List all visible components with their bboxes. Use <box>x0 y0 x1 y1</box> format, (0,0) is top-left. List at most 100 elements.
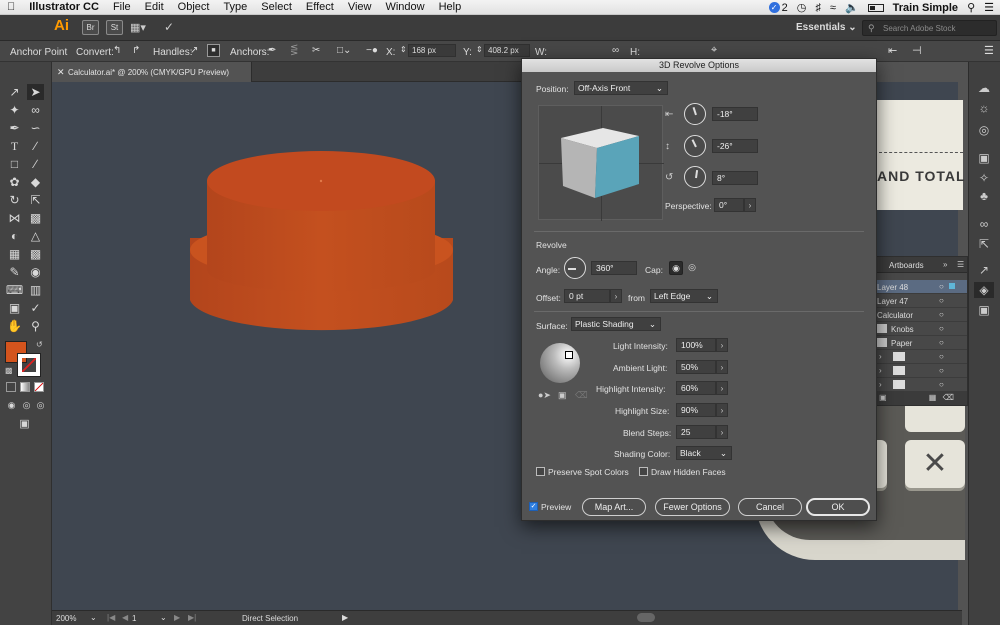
notification-badge-icon[interactable]: ✓ 2 <box>768 2 788 14</box>
zoom-level[interactable]: 200% <box>56 614 76 623</box>
shading-color-dropdown[interactable]: Black ⌄ <box>676 446 732 460</box>
constrain-link-icon[interactable]: ∞ <box>612 45 619 56</box>
angle-dial[interactable] <box>564 257 586 279</box>
rotate-tool-icon[interactable]: ↻ <box>6 192 23 208</box>
surface-dropdown[interactable]: Plastic Shading ⌄ <box>571 317 661 331</box>
apple-icon[interactable]:  <box>0 1 22 13</box>
highlight-size-arrow[interactable]: › <box>716 403 728 417</box>
perspective-field[interactable]: 0° <box>714 198 744 212</box>
stock-icon[interactable]: St <box>106 20 123 35</box>
curvature-tool-icon[interactable]: ∽ <box>27 120 44 136</box>
cc-icon[interactable]: ∞ <box>974 216 994 232</box>
x-stepper-icon[interactable]: ⇕ <box>400 45 407 54</box>
appearance-icon[interactable]: ◎ <box>974 122 994 138</box>
lighting-sphere[interactable] <box>540 343 580 383</box>
convert-corner-icon[interactable]: ↰ <box>113 45 121 56</box>
cut-path-icon[interactable]: ✂ <box>312 45 320 56</box>
spotlight-icon[interactable]: ⚲ <box>967 1 975 14</box>
hide-handles-icon[interactable]: ■ <box>207 44 220 57</box>
menu-effect[interactable]: Effect <box>299 1 341 13</box>
asset-export-icon[interactable]: ⇱ <box>974 236 994 252</box>
color-mode-gradient-icon[interactable] <box>20 382 30 392</box>
layer-row[interactable]: › ○ <box>875 364 967 378</box>
swap-fill-stroke-icon[interactable]: ↺ <box>36 340 43 349</box>
layer-target-icon[interactable]: ○ <box>939 352 944 361</box>
y-stepper-icon[interactable]: ⇕ <box>476 45 483 54</box>
delete-light-icon[interactable]: ⌫ <box>575 390 588 401</box>
artboard-dropdown-icon[interactable]: ⌄ <box>160 613 167 622</box>
scale-tool-icon[interactable]: ⇱ <box>27 192 44 208</box>
rotation-cube-preview[interactable] <box>538 105 664 221</box>
preserve-spot-colors-label[interactable]: Preserve Spot Colors <box>548 467 629 477</box>
app-name-menu[interactable]: Illustrator CC <box>22 1 106 13</box>
first-artboard-icon[interactable]: |◀ <box>107 613 115 622</box>
ok-button[interactable]: OK <box>806 498 870 516</box>
artboard-tool-icon[interactable]: ▣ <box>6 300 23 316</box>
lasso-tool-icon[interactable]: ∞ <box>27 102 44 118</box>
zoom-dropdown-icon[interactable]: ⌄ <box>90 613 97 622</box>
light-position-handle[interactable] <box>565 351 573 359</box>
ambient-light-field[interactable]: 50% <box>676 360 716 374</box>
status-menu-icon[interactable]: ▶ <box>342 613 348 622</box>
map-art-button[interactable]: Map Art... <box>582 498 646 516</box>
new-layer-icon[interactable]: ▦ <box>929 393 937 402</box>
paintbrush-tool-icon[interactable]: ∕ <box>27 156 44 172</box>
connect-anchor-icon[interactable]: ⋚ <box>290 45 298 56</box>
rectangle-tool-icon[interactable]: □ <box>6 156 23 172</box>
delete-layer-icon[interactable]: ⌫ <box>943 393 954 402</box>
cc-libraries-icon[interactable]: ☁ <box>974 80 994 96</box>
control-bar-menu-icon[interactable]: ☰ <box>984 44 994 57</box>
layer-row[interactable]: › ○ <box>875 378 967 392</box>
properties-icon[interactable]: ☼ <box>974 100 994 116</box>
blend-steps-field[interactable]: 25 <box>676 425 716 439</box>
tab-artboards[interactable]: Artboards <box>889 261 924 270</box>
hand-tool-icon[interactable]: ✋ <box>6 318 23 334</box>
highlight-intensity-arrow[interactable]: › <box>716 381 728 395</box>
layer-target-icon[interactable]: ○ <box>939 324 944 333</box>
color-mode-none-icon[interactable] <box>34 382 44 392</box>
next-artboard-icon[interactable]: ▶ <box>174 613 180 622</box>
rotation-cube[interactable] <box>559 124 644 204</box>
cap-on-button[interactable]: ◉ <box>669 261 683 275</box>
line-tool-icon[interactable]: ∕ <box>27 138 44 154</box>
width-tool-icon[interactable]: ⋈ <box>6 210 23 226</box>
bluetooth-icon[interactable]: ♯ <box>815 2 821 14</box>
last-artboard-icon[interactable]: ▶| <box>188 613 196 622</box>
volume-icon[interactable]: 🔈 <box>845 1 859 14</box>
symbol-sprayer-tool-icon[interactable]: ⌨ <box>6 282 23 298</box>
menu-list-icon[interactable]: ☰ <box>984 1 994 14</box>
new-light-icon[interactable]: ▣ <box>558 390 567 401</box>
brush-feather-icon[interactable]: ✓ <box>164 20 174 34</box>
move-light-back-icon[interactable]: ●➤ <box>538 390 551 401</box>
align-center-icon[interactable]: ⊣ <box>912 44 922 57</box>
layer-target-icon[interactable]: ○ <box>939 296 944 305</box>
offset-field[interactable]: 0 pt <box>564 289 610 303</box>
x-field[interactable]: 168 px <box>408 44 456 57</box>
new-sublayer-icon[interactable]: ▣ <box>879 393 887 402</box>
cap-off-button[interactable]: ◎ <box>685 261 699 275</box>
symbols-icon[interactable]: ♣ <box>974 188 994 204</box>
document-tab[interactable]: ✕ Calculator.ai* @ 200% (CMYK/GPU Previe… <box>52 62 252 82</box>
pen-tool-icon[interactable]: ✒ <box>6 120 23 136</box>
y-field[interactable]: 408.2 px <box>484 44 530 57</box>
light-intensity-field[interactable]: 100% <box>676 338 716 352</box>
menu-select[interactable]: Select <box>254 1 299 13</box>
remove-anchor-icon[interactable]: ✒ <box>268 45 276 56</box>
expand-arrow-icon[interactable]: › <box>879 366 882 375</box>
menu-view[interactable]: View <box>341 1 379 13</box>
battery-icon[interactable] <box>867 3 884 12</box>
light-intensity-arrow[interactable]: › <box>716 338 728 352</box>
type-tool-icon[interactable]: T <box>6 138 23 154</box>
highlight-intensity-field[interactable]: 60% <box>676 381 716 395</box>
eyedropper-tool-icon[interactable]: ✎ <box>6 264 23 280</box>
perspective-grid-tool-icon[interactable]: △ <box>27 228 44 244</box>
eraser-tool-icon[interactable]: ◆ <box>27 174 44 190</box>
magic-wand-tool-icon[interactable]: ✦ <box>6 102 23 118</box>
menu-help[interactable]: Help <box>432 1 469 13</box>
workspace-switcher[interactable]: Essentials ⌄ <box>796 22 857 33</box>
from-dropdown[interactable]: Left Edge ⌄ <box>650 289 718 303</box>
close-tab-icon[interactable]: ✕ <box>57 67 65 78</box>
perspective-slider-arrow[interactable]: › <box>744 198 756 212</box>
convert-smooth-icon[interactable]: ↱ <box>132 45 140 56</box>
panel-collapse-icon[interactable]: » <box>943 260 947 269</box>
